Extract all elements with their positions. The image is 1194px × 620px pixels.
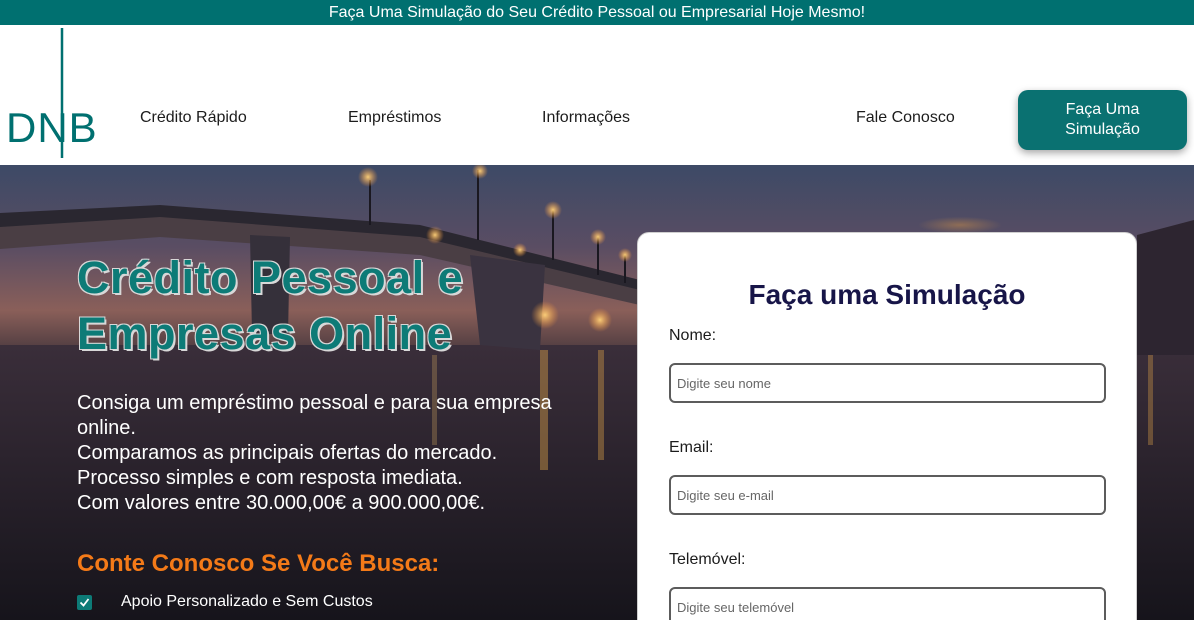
email-label: Email: (669, 439, 714, 456)
simulation-cta-button[interactable]: Faça Uma Simulação (1018, 90, 1187, 150)
phone-label: Telemóvel: (669, 551, 746, 568)
hero-title: Crédito Pessoal e Empresas Online (77, 252, 464, 359)
nav-fale-conosco[interactable]: Fale Conosco (856, 109, 955, 127)
hero-description-line: Comparamos as principais ofertas do merc… (77, 442, 498, 464)
form-title: Faça uma Simulação (748, 279, 1026, 310)
phone-input[interactable] (669, 587, 1106, 620)
logo-text: DNB (6, 104, 98, 151)
nav-informacoes[interactable]: Informações (542, 109, 630, 127)
simulation-form-panel: Faça uma Simulação Nome: Email: Telemóve… (637, 232, 1137, 620)
hero-description-line: Com valores entre 30.000,00€ a 900.000,0… (77, 492, 486, 514)
hero-subtitle: Conte Conosco Se Você Busca: (77, 550, 440, 577)
hero-description-line: Consiga um empréstimo pessoal e para sua… (77, 392, 552, 439)
announcement-text: Faça Uma Simulação do Seu Crédito Pessoa… (328, 3, 866, 21)
hero-description: Consiga um empréstimo pessoal e para sua… (77, 391, 557, 516)
dnb-logo[interactable]: DNB (6, 28, 100, 158)
email-input[interactable] (669, 475, 1106, 515)
name-label: Nome: (669, 327, 717, 344)
hero-description-line: Processo simples e com resposta imediata… (77, 467, 463, 489)
checklist-item-label: Apoio Personalizado e Sem Custos (121, 593, 373, 610)
announcement-bar: Faça Uma Simulação do Seu Crédito Pessoa… (0, 0, 1194, 25)
check-icon (77, 594, 92, 610)
site-header: DNB Crédito Rápido Empréstimos Informaçõ… (0, 25, 1194, 165)
nav-emprestimos[interactable]: Empréstimos (348, 109, 441, 127)
name-input[interactable] (669, 363, 1106, 403)
checklist-item: Apoio Personalizado e Sem Custos (77, 593, 373, 611)
nav-credito-rapido[interactable]: Crédito Rápido (140, 109, 247, 127)
